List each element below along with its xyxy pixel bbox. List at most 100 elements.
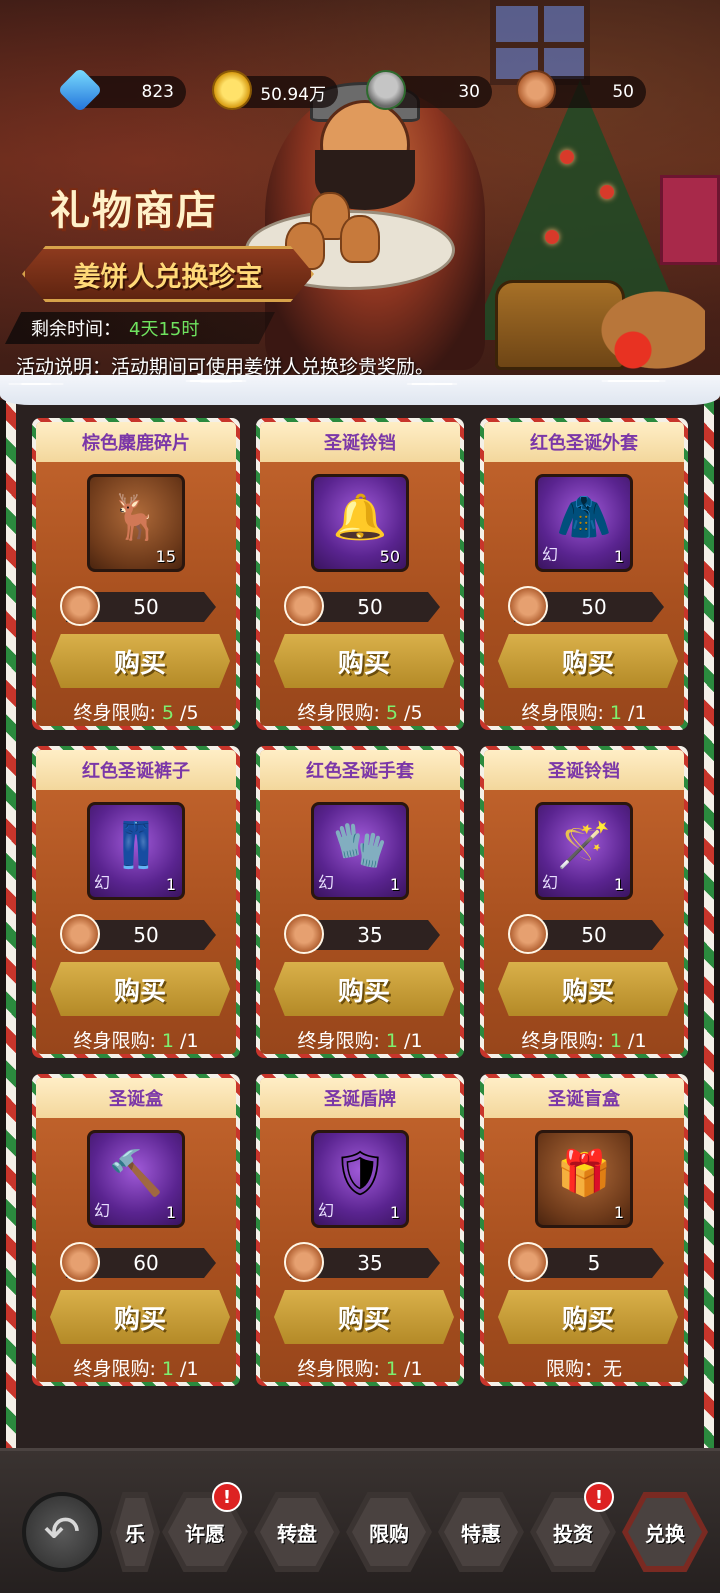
- item-count: 50: [379, 547, 400, 566]
- bell-scepter-icon: 🪄: [556, 820, 612, 872]
- bell-value: 30: [458, 82, 480, 102]
- item-name: 红色圣诞外套: [484, 422, 684, 462]
- gingerbread-counter[interactable]: 50: [516, 70, 646, 110]
- remaining-time: 剩余时间： 4天15时: [5, 312, 275, 344]
- back-arrow-icon[interactable]: ↶: [22, 1492, 102, 1572]
- gingerbread-cookie-icon: [60, 914, 100, 954]
- gold-coin-icon: [212, 70, 252, 110]
- item-count: 1: [613, 547, 624, 566]
- item-slot[interactable]: 🎁 1: [535, 1130, 633, 1228]
- item-tag: 幻: [542, 873, 559, 892]
- item-slot[interactable]: 🔨 幻 1: [87, 1130, 185, 1228]
- item-slot[interactable]: 👖 幻 1: [87, 802, 185, 900]
- alert-badge-icon: !: [584, 1482, 614, 1512]
- item-name: 圣诞盾牌: [260, 1078, 460, 1118]
- item-tag: 幻: [318, 1201, 335, 1220]
- item-tag: 幻: [94, 1201, 111, 1220]
- item-count: 1: [389, 1203, 400, 1222]
- item-slot[interactable]: 🛡 幻 1: [311, 1130, 409, 1228]
- gingerbread-cookie-icon: [284, 586, 324, 626]
- gift-box-decoration: [660, 175, 720, 265]
- gingerbread-cookie-icon: [60, 1242, 100, 1282]
- lucky-bag-icon: 🎁: [556, 1148, 612, 1200]
- purchase-limit: 终身限购: 1 /1: [297, 1030, 423, 1052]
- santa-pants-icon: 👖: [108, 820, 164, 872]
- purchase-limit: 终身限购: 5 /5: [73, 702, 199, 724]
- item-count: 1: [165, 875, 176, 894]
- item-name: 红色圣诞手套: [260, 750, 460, 790]
- gingerbread-cookie-icon: [284, 914, 324, 954]
- shop-item-card: 圣诞盲盒 🎁 1 5 购买 限购：无: [480, 1074, 688, 1386]
- christmas-bell-icon: [366, 70, 406, 110]
- item-count: 15: [155, 547, 176, 566]
- item-slot[interactable]: 🔔 50: [311, 474, 409, 572]
- event-banner: 礼物商店 姜饼人兑换珍宝 剩余时间： 4天15时 活动说明：活动期间可使用姜饼人…: [0, 0, 720, 400]
- santa-coat-icon: 🧥: [556, 492, 612, 544]
- item-count: 1: [613, 875, 624, 894]
- alert-badge-icon: !: [212, 1482, 242, 1512]
- gold-value: 50.94万: [260, 84, 326, 105]
- diamond-counter[interactable]: 823: [57, 67, 186, 113]
- reindeer-icon: 🦌: [108, 492, 164, 544]
- candy-hammer-icon: 🔨: [108, 1148, 164, 1200]
- item-tag: 幻: [94, 873, 111, 892]
- item-name: 红色圣诞裤子: [36, 750, 236, 790]
- buy-button[interactable]: 购买: [274, 1290, 454, 1344]
- buy-button[interactable]: 购买: [274, 962, 454, 1016]
- gingerbread-cookie-icon: [508, 914, 548, 954]
- shop-item-card: 圣诞盒 🔨 幻 1 60 购买 终身限购: 1 /1: [32, 1074, 240, 1386]
- shop-item-card: 红色圣诞外套 🧥 幻 1 50 购买 终身限购: 1 /1: [480, 418, 688, 730]
- item-name: 圣诞盲盒: [484, 1078, 684, 1118]
- item-count: 1: [389, 875, 400, 894]
- shop-item-card: 红色圣诞裤子 👖 幻 1 50 购买 终身限购: 1 /1: [32, 746, 240, 1058]
- purchase-limit: 终身限购: 1 /1: [297, 1358, 423, 1380]
- shop-item-card: 圣诞铃铛 🔔 50 50 购买 终身限购: 5 /5: [256, 418, 464, 730]
- gold-counter[interactable]: 50.94万: [212, 70, 338, 110]
- buy-button[interactable]: 购买: [50, 634, 230, 688]
- buy-button[interactable]: 购买: [498, 962, 678, 1016]
- wreath-shield-icon: 🛡: [332, 1148, 388, 1200]
- buy-button[interactable]: 购买: [50, 1290, 230, 1344]
- purchase-limit: 限购：无: [545, 1358, 622, 1380]
- item-slot[interactable]: 🧥 幻 1: [535, 474, 633, 572]
- buy-button[interactable]: 购买: [498, 1290, 678, 1344]
- gingerbread-cookie-icon: [60, 586, 100, 626]
- gingerbread-cookie-icon: [516, 70, 556, 110]
- item-slot[interactable]: 🧤 幻 1: [311, 802, 409, 900]
- purchase-limit: 终身限购: 1 /1: [521, 702, 647, 724]
- snow-decoration: [0, 375, 720, 405]
- shop-item-card: 红色圣诞手套 🧤 幻 1 35 购买 终身限购: 1 /1: [256, 746, 464, 1058]
- ornament-icon: [600, 185, 614, 199]
- shop-subtitle: 姜饼人兑换珍宝: [22, 246, 314, 302]
- purchase-limit: 终身限购: 5 /5: [297, 702, 423, 724]
- gingerbread-cookie-icon: [340, 215, 380, 263]
- ornament-icon: [560, 150, 574, 164]
- item-count: 1: [613, 1203, 624, 1222]
- gingerbread-cookie-icon: [508, 586, 548, 626]
- timer-label: 剩余时间：: [31, 319, 121, 340]
- purchase-limit: 终身限购: 1 /1: [73, 1358, 199, 1380]
- reindeer-decoration: [585, 280, 705, 380]
- shop-item-card: 圣诞铃铛 🪄 幻 1 50 购买 终身限购: 1 /1: [480, 746, 688, 1058]
- ornament-icon: [545, 230, 559, 244]
- santa-gloves-icon: 🧤: [332, 820, 388, 872]
- bell-icon: 🔔: [332, 492, 388, 544]
- item-tag: 幻: [318, 873, 335, 892]
- bell-counter[interactable]: 30: [366, 70, 492, 110]
- purchase-limit: 终身限购: 1 /1: [521, 1030, 647, 1052]
- shop-item-card: 圣诞盾牌 🛡 幻 1 35 购买 终身限购: 1 /1: [256, 1074, 464, 1386]
- shop-item-card: 棕色麋鹿碎片 🦌 15 50 购买 终身限购: 5 /5: [32, 418, 240, 730]
- item-name: 棕色麋鹿碎片: [36, 422, 236, 462]
- buy-button[interactable]: 购买: [50, 962, 230, 1016]
- buy-button[interactable]: 购买: [498, 634, 678, 688]
- gingerbread-value: 50: [612, 82, 634, 102]
- purchase-limit: 终身限购: 1 /1: [73, 1030, 199, 1052]
- item-slot[interactable]: 🪄 幻 1: [535, 802, 633, 900]
- item-name: 圣诞盒: [36, 1078, 236, 1118]
- shop-title: 礼物商店: [50, 187, 218, 234]
- item-tag: 幻: [542, 545, 559, 564]
- item-slot[interactable]: 🦌 15: [87, 474, 185, 572]
- item-count: 1: [165, 1203, 176, 1222]
- gingerbread-cookie-icon: [284, 1242, 324, 1282]
- buy-button[interactable]: 购买: [274, 634, 454, 688]
